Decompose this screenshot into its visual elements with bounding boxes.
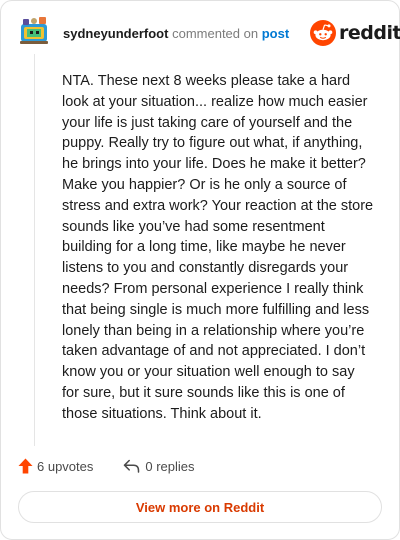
post-link[interactable]: post: [262, 26, 289, 41]
view-more-button[interactable]: View more on Reddit: [18, 491, 382, 523]
reply-arrow-icon: [124, 459, 140, 473]
username-link[interactable]: sydneyunderfoot: [63, 26, 168, 41]
avatar-icon: [20, 17, 48, 44]
comment-actions: 6 upvotes 0 replies: [18, 458, 195, 474]
reddit-wordmark: reddit: [339, 22, 400, 44]
comment-body: NTA. These next 8 weeks please take a ha…: [62, 73, 374, 422]
comment-header: sydneyunderfoot commented on post: [63, 26, 289, 42]
upvote-count: 6 upvotes: [37, 458, 94, 474]
header-action-text: commented on: [172, 26, 259, 41]
upvote-arrow-icon: [18, 458, 33, 474]
user-avatar[interactable]: [18, 14, 50, 46]
upvote-button[interactable]: 6 upvotes: [18, 458, 93, 474]
comment-embed-card: sydneyunderfoot commented on post reddit…: [0, 0, 400, 540]
reddit-logo[interactable]: reddit: [310, 20, 400, 46]
reply-button[interactable]: 0 replies: [123, 458, 195, 474]
reply-count: 0 replies: [145, 458, 195, 474]
thread-line: [34, 54, 35, 446]
reddit-snoo-icon: [310, 20, 336, 46]
